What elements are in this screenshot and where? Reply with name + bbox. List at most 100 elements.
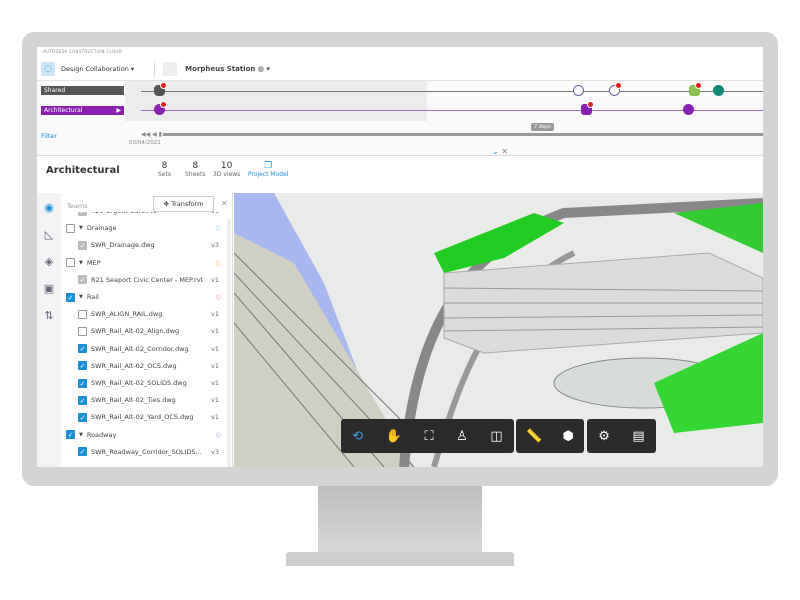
tree-file[interactable]: ✓ R21 Urgent Care.rvt v1	[61, 212, 233, 219]
measure-toolbar: 📏 ⬢	[516, 419, 584, 453]
tree-file[interactable]: ✓ SWR_Rail_Alt-02_Corridor.dwg v1	[61, 341, 233, 357]
timeline-row-shared[interactable]: Shared	[41, 86, 124, 95]
version-label: v1	[211, 275, 219, 284]
caret-down-icon[interactable]: ▼	[79, 294, 83, 300]
tree-file[interactable]: ✓ SWR_Rail_Alt-02_Ties.dwg v1	[61, 392, 233, 408]
version-marker[interactable]	[573, 85, 584, 96]
checkbox[interactable]: ✓	[78, 412, 87, 422]
checkbox[interactable]: ✓	[66, 292, 75, 302]
walk-icon[interactable]: ♙	[456, 429, 468, 444]
tree-group[interactable]: ✓ ▼ Rail ⦸	[61, 289, 233, 305]
settings-toolbar: ⚙ ▤	[587, 419, 656, 453]
app-switcher[interactable]: Design Collaboration ▾	[61, 65, 134, 73]
project-switcher[interactable]: Morpheus Station ◍ ▾	[185, 65, 270, 73]
tree-file[interactable]: ✓ SWR_Rail_Alt-02_OCS.dwg v1	[61, 358, 233, 374]
checkbox[interactable]: ✓	[78, 344, 87, 354]
checkbox[interactable]	[78, 326, 87, 336]
tree-group[interactable]: ▼ Drainage ⦸	[61, 220, 233, 236]
checkbox[interactable]	[66, 223, 75, 233]
filter-link[interactable]: Filter	[41, 132, 57, 140]
tree-file[interactable]: ✓ SWR_Rail_Alt-02_Yard_OCS.dwg v1	[61, 409, 233, 425]
version-label: v1	[211, 212, 219, 215]
version-label: v1	[211, 361, 219, 370]
pan-icon[interactable]: ✋	[386, 429, 402, 444]
sheet-icon[interactable]: ◺	[37, 228, 61, 241]
views-icon[interactable]: ▣	[37, 282, 61, 295]
timeline-controls[interactable]: ◀◀ ◀ ▮	[141, 131, 162, 138]
checkbox[interactable]	[66, 258, 75, 268]
tree-item-label: Roadway	[86, 430, 117, 439]
tree-group[interactable]: ▼ MEP ⦸	[61, 255, 233, 271]
tree-item-label: SWR_Rail_Alt-02_Ties.dwg	[91, 396, 176, 405]
teams-tab[interactable]: Teams	[67, 202, 88, 210]
stat-sets[interactable]: 8 Sets	[158, 161, 171, 178]
tree-file[interactable]: ✓ R21 Seaport Civic Center - MEP.rvt v1	[61, 272, 233, 288]
brand-label: AUTODESK CONSTRUCTION CLOUD	[43, 49, 122, 54]
checkbox[interactable]: ✓	[78, 212, 87, 216]
panel-header: Architectural 8 Sets 8 Sheets 10 3D views ❐…	[37, 155, 763, 191]
caret-down-icon[interactable]: ▼	[79, 225, 83, 231]
architectural-track	[141, 110, 763, 111]
version-label: v1	[211, 327, 219, 336]
tree-file[interactable]: ✓ SWR_Drainage.dwg v3	[61, 237, 233, 253]
caret-down-icon[interactable]: ▼	[79, 260, 83, 266]
caret-down-icon[interactable]: ▼	[79, 432, 83, 438]
stat-3d-views[interactable]: 10 3D views	[213, 161, 240, 178]
checkbox[interactable]: ✓	[78, 447, 87, 457]
tree-item-label: Drainage	[86, 224, 117, 233]
checkbox[interactable]: ✓	[78, 275, 87, 285]
checkbox[interactable]: ✓	[78, 395, 87, 405]
tree-group[interactable]: ✓ ▼ Roadway ⦸	[61, 427, 233, 443]
tree-item-label: SWR_Roadway_Corridor_SOLIDS...	[91, 447, 202, 456]
tree-item-label: R21 Seaport Civic Center - MEP.rvt	[91, 275, 204, 284]
close-icon[interactable]: ✕	[221, 199, 228, 208]
tree-file[interactable]: SWR_Rail_Alt-02_Align.dwg v1	[61, 323, 233, 339]
eye-icon[interactable]: ◉	[37, 201, 61, 214]
tree-item-label: Rail	[86, 293, 99, 301]
tree-item-label: SWR_ALIGN_RAIL.dwg	[91, 310, 163, 319]
timeline-range	[125, 81, 427, 121]
monitor-base	[286, 552, 514, 566]
project-model-button[interactable]: ❐ Project Model	[248, 161, 288, 178]
layers-icon[interactable]: ◈	[37, 255, 61, 268]
checkbox[interactable]: ✓	[66, 430, 75, 440]
settings-icon[interactable]: ⚙	[598, 429, 610, 444]
monitor-stand	[318, 486, 482, 554]
tree-item-label: SWR_Drainage.dwg	[91, 241, 155, 250]
tree-item-label: R21 Urgent Care.rvt	[91, 212, 156, 215]
compare-icon[interactable]: ⇅	[37, 309, 61, 322]
measure-icon[interactable]: 📏	[526, 429, 542, 444]
orbit-icon[interactable]: ⟲	[352, 429, 363, 444]
version-marker[interactable]	[713, 85, 724, 96]
checkbox[interactable]: ✓	[78, 378, 87, 388]
design-collaboration-icon: ◌	[41, 61, 55, 76]
transform-button[interactable]: ✥ Transform	[153, 196, 214, 212]
version-label: v1	[211, 344, 219, 353]
version-label: v3	[211, 241, 219, 250]
properties-icon[interactable]: ▤	[632, 429, 644, 444]
tree-list: ✓R21 Urgent Care.rvtv1▼Drainage⦸✓SWR_Dra…	[61, 212, 233, 467]
visibility-icon[interactable]: ⦸	[216, 223, 221, 233]
checkbox[interactable]: ✓	[78, 240, 87, 250]
tree-file[interactable]: ✓ SWR_Roadway_Corridor_SOLIDS... v3	[61, 444, 233, 460]
version-marker[interactable]	[683, 104, 694, 115]
checkbox[interactable]	[78, 309, 87, 319]
app-screen: AUTODESK CONSTRUCTION CLOUD ◌ Design Col…	[37, 47, 763, 467]
camera-icon[interactable]: ◫	[490, 429, 502, 444]
visibility-icon[interactable]: ⦸	[216, 258, 221, 268]
fit-icon[interactable]: ⛶	[425, 429, 434, 444]
visibility-icon[interactable]: ⦸	[216, 292, 221, 302]
shared-track	[141, 91, 763, 92]
timeline-row-architectural[interactable]: Architectural ▶	[41, 106, 124, 115]
visibility-icon[interactable]: ⦸	[216, 430, 221, 440]
tree-file[interactable]: SWR_ALIGN_RAIL.dwg v1	[61, 306, 233, 322]
section-box-icon[interactable]: ⬢	[563, 429, 574, 444]
checkbox[interactable]: ✓	[78, 361, 87, 371]
stat-sheets[interactable]: 8 Sheets	[185, 161, 205, 178]
tree-item-label: SWR_Rail_Alt-02_Yard_OCS.dwg	[91, 413, 194, 422]
range-tooltip: 7 days	[531, 123, 554, 131]
tree-file[interactable]: ✓ SWR_Rail_Alt-02_SOLIDS.dwg v1	[61, 375, 233, 391]
timeline-scrubber[interactable]	[163, 133, 763, 136]
file-tree: Teams ✥ Transform ✕ ✓ R21 Urgent Care.rvt…	[61, 193, 233, 467]
scrollbar[interactable]	[227, 219, 231, 467]
